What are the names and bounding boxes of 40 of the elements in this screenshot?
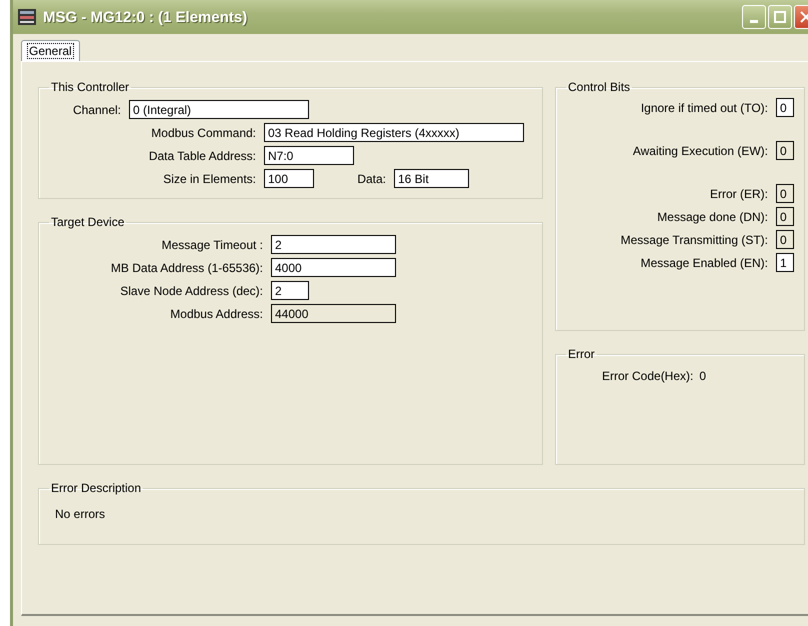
group-title: Error Description: [50, 481, 142, 495]
window-title: MSG - MG12:0 : (1 Elements): [43, 8, 248, 26]
input-field[interactable]: 16 Bit: [394, 169, 469, 188]
input-field[interactable]: N7:0: [264, 146, 354, 165]
input-field[interactable]: 100: [264, 169, 314, 188]
group-title: Control Bits: [567, 80, 632, 94]
input-field[interactable]: 0 (Integral): [129, 100, 309, 119]
field-label: Slave Node Address (dec):: [119, 284, 264, 298]
minimize-button[interactable]: [742, 5, 766, 29]
field-label: Message done (DN):: [656, 210, 769, 224]
input-field[interactable]: 03 Read Holding Registers (4xxxxx): [264, 123, 524, 142]
field-label: Message Transmitting (ST):: [620, 232, 769, 246]
bit-field[interactable]: 0: [776, 98, 794, 117]
error-description-text: No errors: [55, 507, 106, 521]
input-field[interactable]: 2: [271, 235, 396, 254]
group-title: Target Device: [50, 215, 126, 229]
field-label: Data:: [356, 172, 387, 186]
field-label: Error (ER):: [709, 186, 769, 200]
field-label: Size in Elements:: [162, 172, 257, 186]
group-title: This Controller: [50, 80, 130, 94]
field-label: Awaiting Execution (EW):: [632, 144, 769, 158]
field-label: Message Enabled (EN):: [640, 256, 769, 270]
field-label: Data Table Address:: [148, 148, 257, 162]
app-icon: [17, 8, 37, 26]
bit-field[interactable]: 1: [776, 253, 794, 272]
tab[interactable]: General: [21, 40, 80, 61]
maximize-icon: [774, 11, 786, 23]
field-label: Modbus Address:: [169, 306, 264, 320]
group-title: Error: [567, 347, 596, 361]
field-label: MB Data Address (1-65536):: [110, 260, 264, 274]
maximize-button[interactable]: [768, 5, 792, 29]
field-label: Channel:: [72, 102, 122, 116]
field-label: Ignore if timed out (TO):: [640, 100, 769, 114]
input-field[interactable]: 4000: [271, 258, 396, 277]
field-label: Modbus Command:: [150, 126, 257, 140]
minimize-icon: [750, 20, 758, 22]
input-field[interactable]: 2: [271, 281, 309, 300]
error-code-label: Error Code(Hex):: [602, 369, 694, 383]
error-code-value: 0: [699, 369, 706, 383]
field-label: Message Timeout :: [160, 238, 264, 252]
